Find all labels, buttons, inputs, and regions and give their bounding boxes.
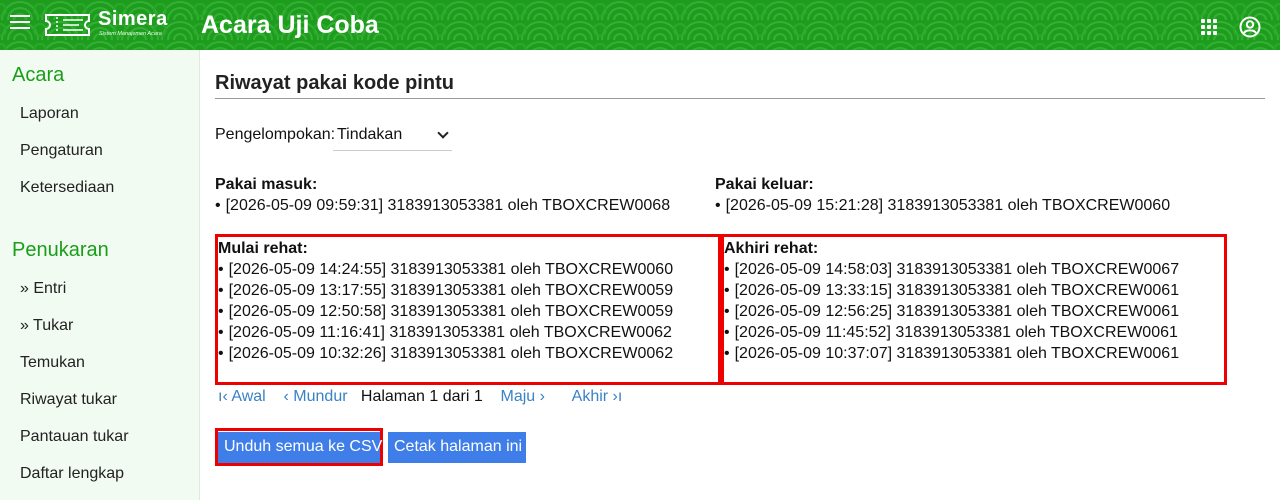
list-item: [2026-05-09 12:50:58] 3183913053381 oleh… xyxy=(218,301,673,322)
header-wave-pattern xyxy=(0,0,1280,50)
app-logo[interactable]: Simera Sistem Manajemen Acara xyxy=(43,8,173,41)
entry-out-label: Pakai keluar: xyxy=(715,176,814,193)
account-circle-icon[interactable] xyxy=(1239,16,1261,38)
list-item: [2026-05-09 12:56:25] 3183913053381 oleh… xyxy=(724,301,1179,322)
sidebar-item-pengaturan[interactable]: Pengaturan xyxy=(20,142,103,160)
sidebar-item-ketersediaan[interactable]: Ketersediaan xyxy=(20,179,114,197)
sidebar-item-temukan[interactable]: Temukan xyxy=(20,354,85,372)
sidebar-item-entri[interactable]: » Entri xyxy=(20,280,66,298)
sidebar-item-riwayat-tukar[interactable]: Riwayat tukar xyxy=(20,391,117,409)
sidebar-heading-penukaran: Penukaran xyxy=(12,239,109,261)
list-item: [2026-05-09 09:59:31] 3183913053381 oleh… xyxy=(215,195,670,216)
ticket-logo-icon xyxy=(45,14,90,36)
entry-out-group: Pakai keluar: [2026-05-09 15:21:28] 3183… xyxy=(715,174,1170,216)
entry-in-group: Pakai masuk: [2026-05-09 09:59:31] 31839… xyxy=(215,174,670,216)
top-app-bar: Simera Sistem Manajemen Acara Acara Uji … xyxy=(0,0,1280,50)
sidebar-item-laporan[interactable]: Laporan xyxy=(20,105,79,123)
logo-name: Simera xyxy=(98,8,168,30)
sidebar: Acara Laporan Pengaturan Ketersediaan Pe… xyxy=(0,50,200,500)
break-end-label: Akhiri rehat: xyxy=(724,240,819,257)
hamburger-menu-icon[interactable] xyxy=(10,15,30,35)
pager-next-link[interactable]: Maju › xyxy=(501,388,545,405)
pager-first-link[interactable]: ı‹ Awal xyxy=(218,388,266,405)
sidebar-item-pantauan-tukar[interactable]: Pantauan tukar xyxy=(20,428,129,446)
download-csv-button[interactable]: Unduh semua ke CSV xyxy=(218,432,382,463)
pagination: ı‹ Awal ‹ Mundur Halaman 1 dari 1 Maju ›… xyxy=(218,388,622,406)
list-item: [2026-05-09 11:16:41] 3183913053381 oleh… xyxy=(218,322,673,343)
grouping-label: Pengelompokan: xyxy=(215,126,336,143)
grouping-select[interactable]: Tindakan xyxy=(333,120,452,151)
app-title: Acara Uji Coba xyxy=(201,11,379,39)
page-title: Riwayat pakai kode pintu xyxy=(215,72,454,94)
grouping-select-value: Tindakan xyxy=(337,126,403,143)
break-start-group: Mulai rehat: [2026-05-09 14:24:55] 31839… xyxy=(218,238,673,364)
pager-last-link[interactable]: Akhir ›ı xyxy=(572,388,623,405)
sidebar-item-daftar-lengkap[interactable]: Daftar lengkap xyxy=(20,465,124,483)
break-end-group: Akhiri rehat: [2026-05-09 14:58:03] 3183… xyxy=(724,238,1179,364)
list-item: [2026-05-09 15:21:28] 3183913053381 oleh… xyxy=(715,195,1170,216)
list-item: [2026-05-09 10:32:26] 3183913053381 oleh… xyxy=(218,343,673,364)
list-item: [2026-05-09 11:45:52] 3183913053381 oleh… xyxy=(724,322,1179,343)
list-item: [2026-05-09 14:58:03] 3183913053381 oleh… xyxy=(724,259,1179,280)
break-start-label: Mulai rehat: xyxy=(218,240,308,257)
logo-tagline: Sistem Manajemen Acara xyxy=(99,31,162,37)
sidebar-item-tukar[interactable]: » Tukar xyxy=(20,317,73,335)
title-divider xyxy=(215,98,1265,99)
list-item: [2026-05-09 13:17:55] 3183913053381 oleh… xyxy=(218,280,673,301)
pager-prev-link[interactable]: ‹ Mundur xyxy=(284,388,348,405)
print-page-button[interactable]: Cetak halaman ini xyxy=(388,432,526,463)
list-item: [2026-05-09 10:37:07] 3183913053381 oleh… xyxy=(724,343,1179,364)
entry-in-label: Pakai masuk: xyxy=(215,176,318,193)
apps-grid-icon[interactable] xyxy=(1201,19,1217,35)
list-item: [2026-05-09 13:33:15] 3183913053381 oleh… xyxy=(724,280,1179,301)
pager-status: Halaman 1 dari 1 xyxy=(360,388,483,405)
sidebar-heading-acara: Acara xyxy=(12,64,65,86)
chevron-down-icon xyxy=(437,127,449,139)
list-item: [2026-05-09 14:24:55] 3183913053381 oleh… xyxy=(218,259,673,280)
